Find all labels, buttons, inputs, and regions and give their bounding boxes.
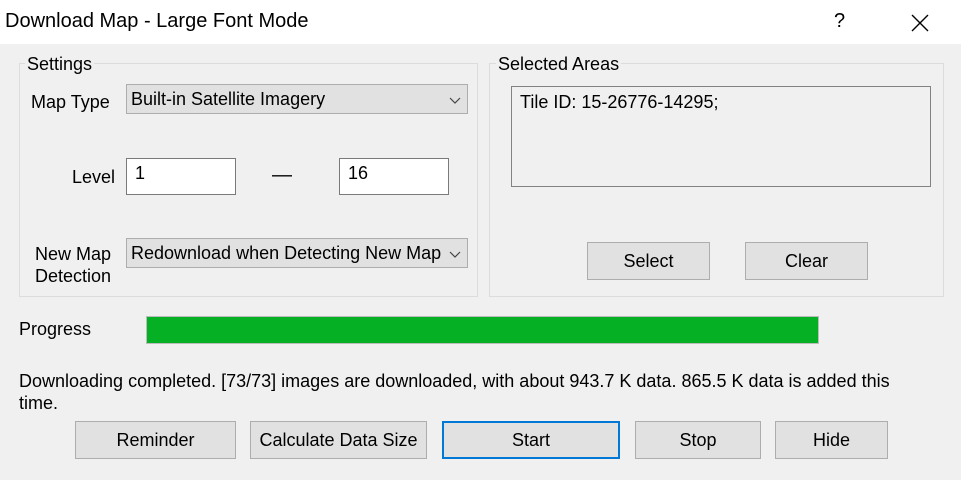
chevron-down-icon <box>443 85 467 113</box>
level-from-input[interactable]: 1 <box>126 158 236 195</box>
level-label: Level <box>72 167 116 187</box>
map-type-value: Built-in Satellite Imagery <box>131 89 326 109</box>
hide-button[interactable]: Hide <box>775 421 888 459</box>
help-button[interactable]: ? <box>834 10 845 33</box>
select-button[interactable]: Select <box>587 242 710 280</box>
map-type-label: Map Type <box>31 92 110 112</box>
clear-button[interactable]: Clear <box>745 242 868 280</box>
selected-areas-legend: Selected Areas <box>496 54 622 75</box>
window-title: Download Map - Large Font Mode <box>5 10 309 32</box>
progress-label: Progress <box>19 319 92 339</box>
status-message: Downloading completed. [73/73] images ar… <box>19 370 949 414</box>
reminder-button[interactable]: Reminder <box>75 421 236 459</box>
title-bar: Download Map - Large Font Mode ? <box>0 0 961 44</box>
map-type-select[interactable]: Built-in Satellite Imagery <box>126 84 468 114</box>
chevron-down-icon <box>443 239 467 267</box>
progress-fill <box>147 317 818 343</box>
new-map-detection-value: Redownload when Detecting New Map <box>131 243 442 263</box>
selected-areas-list[interactable]: Tile ID: 15-26776-14295; <box>511 86 931 187</box>
close-icon <box>911 14 929 32</box>
new-map-detection-label-line1: New Map <box>35 244 112 264</box>
stop-button[interactable]: Stop <box>635 421 761 459</box>
close-button[interactable] <box>900 6 940 38</box>
new-map-detection-select[interactable]: Redownload when Detecting New Map <box>126 238 468 268</box>
calculate-data-size-button[interactable]: Calculate Data Size <box>250 421 427 459</box>
status-line-1: Downloading completed. [73/73] images ar… <box>19 371 890 391</box>
settings-legend: Settings <box>25 54 95 75</box>
level-to-input[interactable]: 16 <box>339 158 449 195</box>
start-button[interactable]: Start <box>442 421 620 459</box>
progress-bar <box>146 316 819 344</box>
list-item[interactable]: Tile ID: 15-26776-14295; <box>520 92 930 113</box>
new-map-detection-label-line2: Detection <box>35 266 112 286</box>
status-line-2: time. <box>19 393 59 413</box>
level-separator: — <box>272 164 292 186</box>
